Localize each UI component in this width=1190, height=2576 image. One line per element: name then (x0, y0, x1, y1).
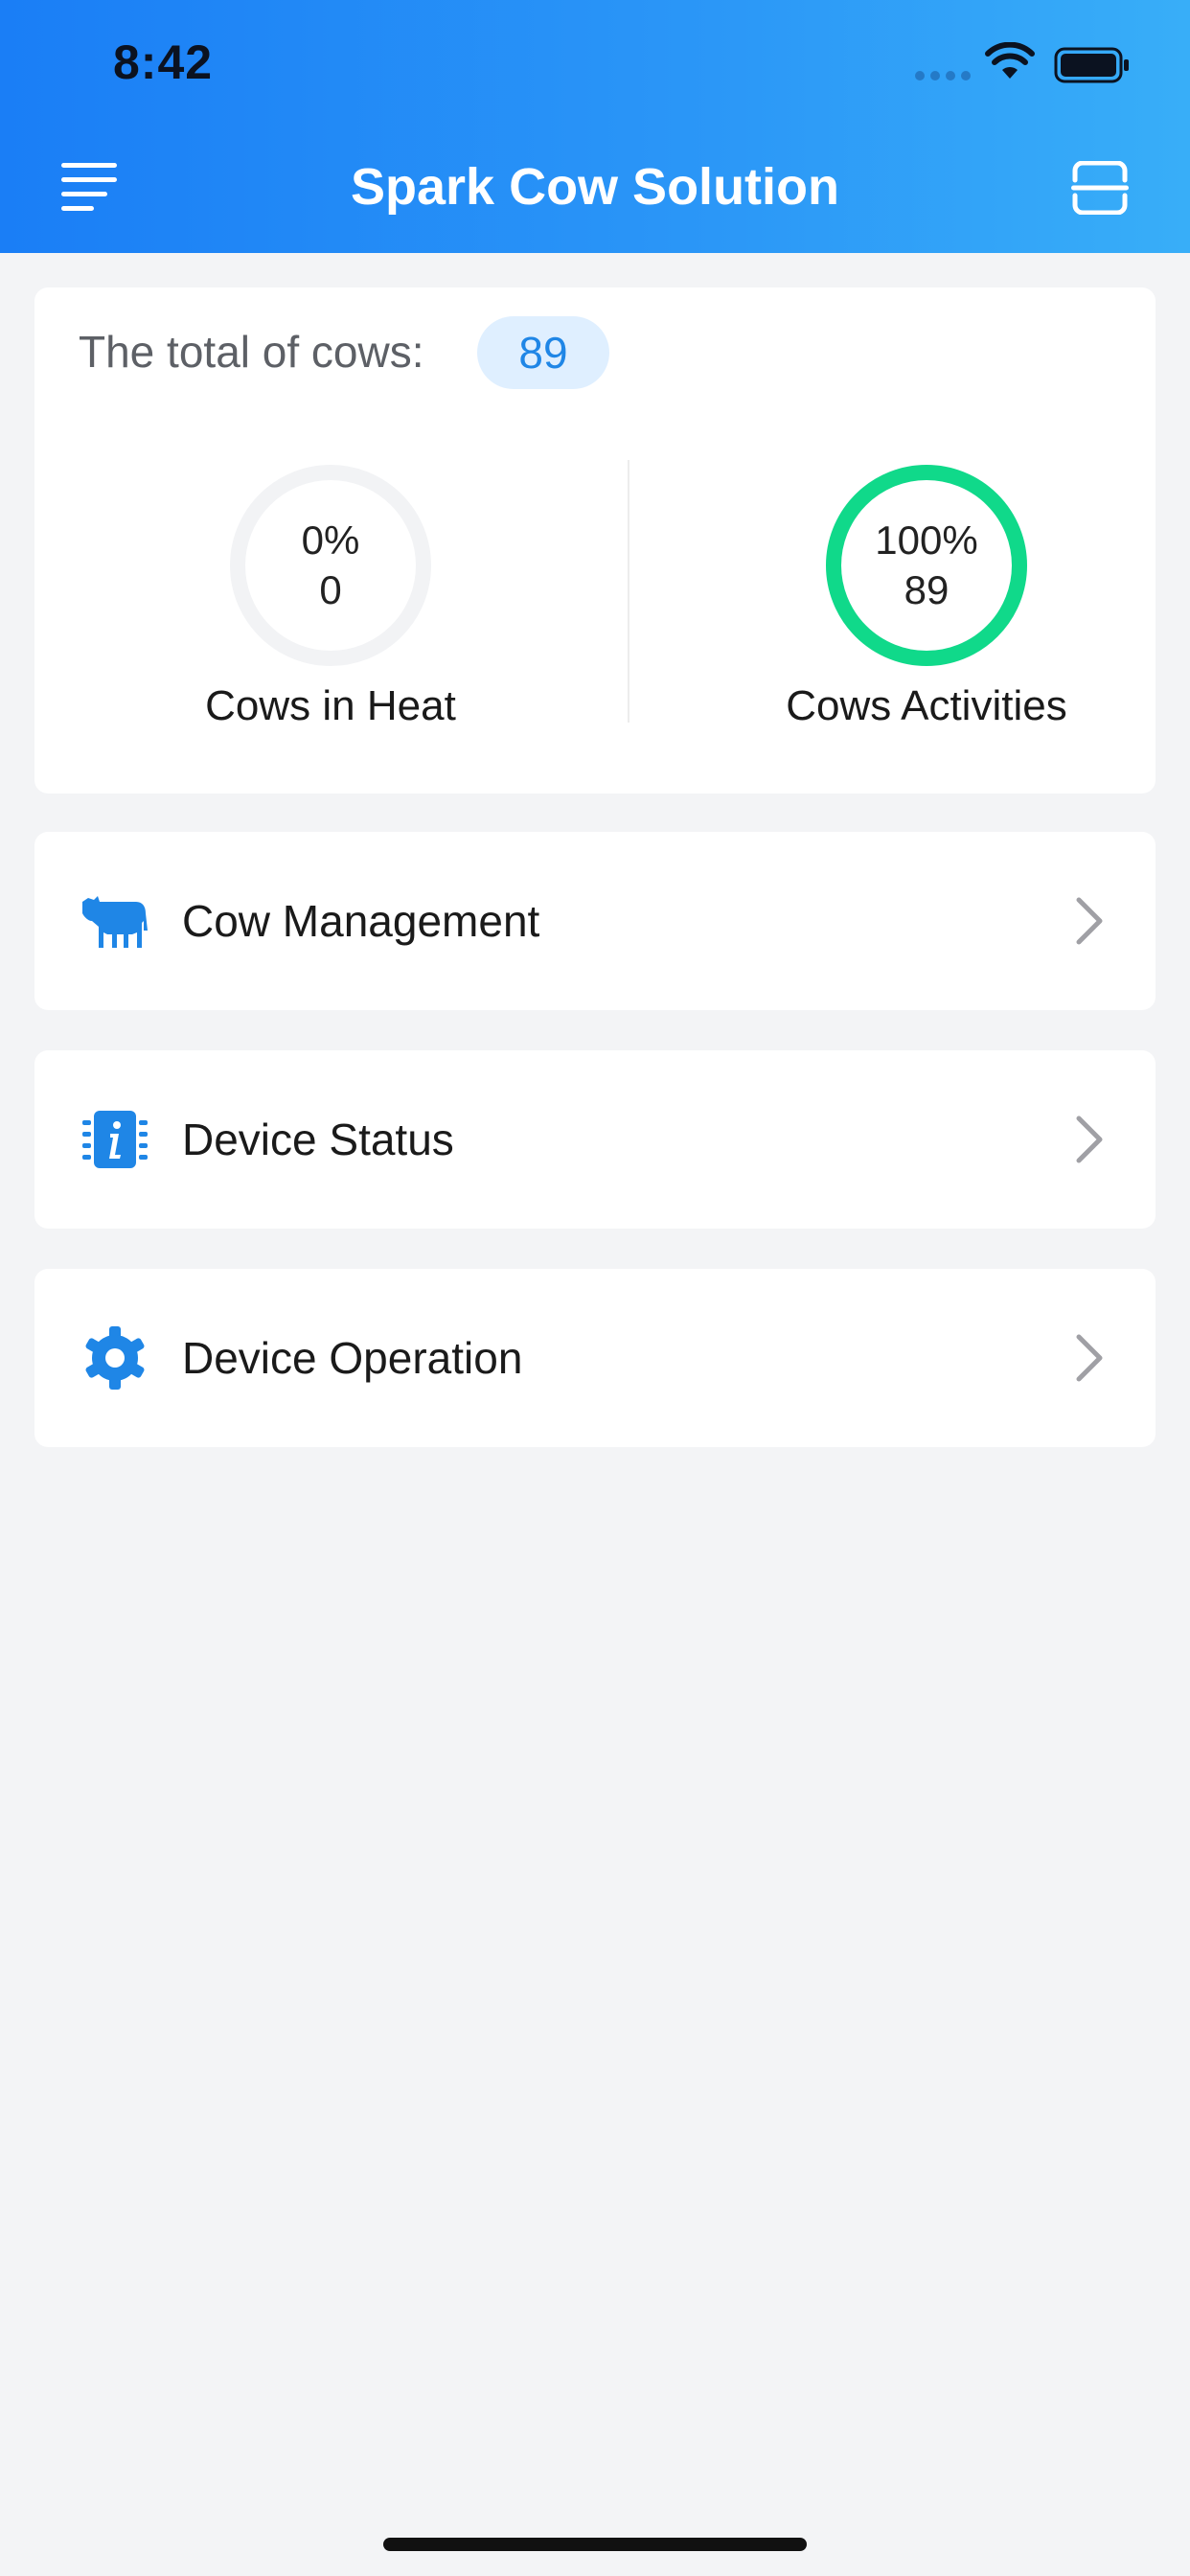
home-indicator[interactable] (383, 2538, 807, 2551)
device-info-icon (82, 1111, 148, 1168)
total-cows-label: The total of cows: (79, 327, 424, 377)
cows-in-heat-count: 0 (319, 567, 342, 612)
status-time: 8:42 (113, 35, 214, 89)
device-status-label: Device Status (182, 1115, 454, 1164)
cows-activities-label: Cows Activities (786, 682, 1067, 729)
scan-icon[interactable] (1071, 161, 1129, 215)
cow-stats-card: The total of cows: 89 0% 0 Cows in Heat … (34, 288, 1156, 794)
cows-activities-stat[interactable]: 100% 89 Cows Activities (754, 460, 1099, 730)
total-cows-badge: 89 (477, 316, 609, 389)
stats-divider (628, 460, 629, 723)
chevron-right-icon (1076, 1334, 1103, 1382)
chevron-right-icon (1076, 1116, 1103, 1163)
app-title: Spark Cow Solution (350, 158, 840, 216)
device-operation-item[interactable]: Device Operation (34, 1269, 1156, 1447)
cow-management-label: Cow Management (182, 896, 540, 946)
cow-icon (82, 896, 148, 948)
wifi-icon (985, 42, 1035, 79)
cows-in-heat-percent: 0% (301, 518, 360, 563)
device-operation-label: Device Operation (182, 1333, 523, 1383)
chevron-right-icon (1076, 897, 1103, 945)
cows-in-heat-label: Cows in Heat (205, 682, 456, 729)
battery-icon (1054, 47, 1129, 83)
gear-icon (85, 1326, 145, 1390)
device-status-item[interactable]: Device Status (34, 1050, 1156, 1229)
cows-in-heat-stat[interactable]: 0% 0 Cows in Heat (158, 460, 503, 730)
cellular-signal-icon (915, 71, 971, 80)
cow-management-item[interactable]: Cow Management (34, 832, 1156, 1010)
cows-activities-count: 89 (904, 567, 950, 612)
cows-activities-percent: 100% (875, 518, 978, 563)
app-header: 8:42 Spark Cow Solution (0, 0, 1190, 253)
